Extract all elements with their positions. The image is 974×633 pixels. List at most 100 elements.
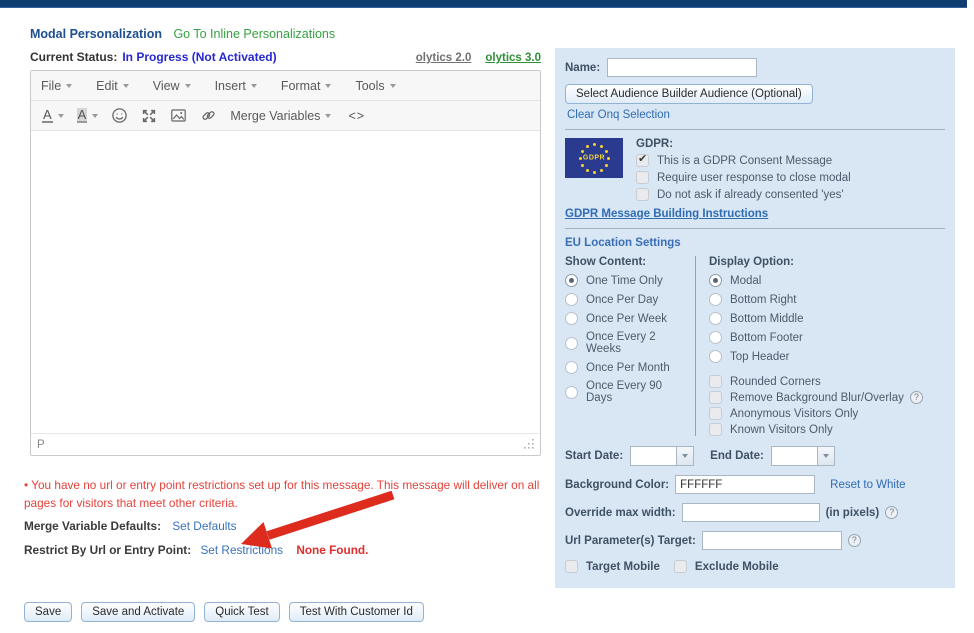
radio-icon (565, 386, 578, 399)
editor-content-area[interactable] (31, 131, 540, 433)
radio-once-every-90-days[interactable]: Once Every 90 Days (565, 380, 691, 404)
help-icon[interactable]: ? (848, 534, 861, 547)
checkbox-known-visitors-only[interactable]: Known Visitors Only (709, 423, 923, 436)
checkbox-target-mobile[interactable]: Target Mobile (565, 560, 660, 573)
mobile-targeting-row: Target Mobile Exclude Mobile (565, 560, 945, 573)
radio-bottom-right[interactable]: Bottom Right (709, 293, 923, 306)
checkbox-icon (709, 391, 722, 404)
chevron-down-icon (58, 114, 64, 118)
radio-icon (565, 274, 578, 287)
display-option-heading: Display Option: (709, 256, 923, 268)
select-audience-builder-button[interactable]: Select Audience Builder Audience (Option… (565, 84, 813, 104)
menu-file[interactable]: File (41, 79, 72, 93)
checkbox-remove-background-blur[interactable]: Remove Background Blur/Overlay? (709, 391, 923, 404)
help-icon[interactable]: ? (910, 391, 923, 404)
restrict-by-url-label: Restrict By Url or Entry Point: (24, 543, 191, 557)
menu-format[interactable]: Format (281, 79, 332, 93)
checkbox-gdpr-consent-message[interactable]: This is a GDPR Consent Message (636, 154, 851, 167)
save-button[interactable]: Save (24, 602, 72, 622)
image-icon (170, 107, 187, 124)
radio-once-per-month[interactable]: Once Per Month (565, 361, 691, 374)
chevron-down-icon (251, 84, 257, 88)
chevron-down-icon (682, 454, 688, 458)
menu-edit[interactable]: Edit (96, 79, 129, 93)
source-code-icon: <> (348, 109, 365, 123)
end-date-label: End Date: (710, 450, 764, 462)
save-and-activate-button[interactable]: Save and Activate (81, 602, 195, 622)
gdpr-flag-icon: GDPR (565, 138, 623, 178)
display-option-column: Display Option: Modal Bottom Right Botto… (696, 256, 923, 436)
menu-tools[interactable]: Tools (355, 79, 395, 93)
checkbox-exclude-mobile[interactable]: Exclude Mobile (674, 560, 779, 573)
footer-actions: Save Save and Activate Quick Test Test W… (24, 602, 424, 622)
checkbox-rounded-corners[interactable]: Rounded Corners (709, 375, 923, 388)
radio-icon (709, 274, 722, 287)
set-defaults-link[interactable]: Set Defaults (172, 519, 236, 533)
radio-icon (709, 312, 722, 325)
restrict-by-url-row: Restrict By Url or Entry Point: Set Rest… (24, 543, 368, 557)
checkbox-require-user-response[interactable]: Require user response to close modal (636, 171, 851, 184)
olytics-2-link[interactable]: olytics 2.0 (416, 52, 472, 64)
start-date-select[interactable] (630, 446, 694, 466)
merge-variables-button[interactable]: Merge Variables (227, 107, 334, 125)
editor-menubar: File Edit View Insert Format Tools (31, 71, 540, 101)
quick-test-button[interactable]: Quick Test (204, 602, 279, 622)
dropdown-button (676, 447, 693, 465)
checkbox-icon (565, 560, 578, 573)
resize-grip[interactable] (524, 436, 534, 454)
eu-location-settings-label: EU Location Settings (565, 237, 945, 249)
fullscreen-button[interactable] (138, 106, 160, 126)
insert-link-button[interactable] (197, 105, 220, 126)
checkbox-icon (709, 407, 722, 420)
radio-once-per-week[interactable]: Once Per Week (565, 312, 691, 325)
radio-icon (565, 312, 578, 325)
set-restrictions-link[interactable]: Set Restrictions (200, 543, 283, 557)
menu-view[interactable]: View (153, 79, 191, 93)
name-input[interactable] (607, 58, 757, 77)
rich-text-editor: File Edit View Insert Format Tools A A (30, 70, 541, 456)
background-color-input[interactable] (675, 475, 815, 494)
reset-to-white-link[interactable]: Reset to White (830, 479, 905, 491)
menu-insert[interactable]: Insert (215, 79, 257, 93)
dates-row: Start Date: End Date: (565, 446, 945, 466)
text-color-button[interactable]: A (39, 106, 67, 125)
radio-icon (565, 337, 578, 350)
radio-one-time-only[interactable]: One Time Only (565, 274, 691, 287)
status-row: Current Status: In Progress (Not Activat… (30, 50, 541, 64)
chevron-down-icon (823, 454, 829, 458)
olytics-3-link[interactable]: olytics 3.0 (485, 52, 541, 64)
radio-bottom-footer[interactable]: Bottom Footer (709, 331, 923, 344)
checkbox-icon (709, 375, 722, 388)
test-with-customer-id-button[interactable]: Test With Customer Id (289, 602, 424, 622)
checkbox-do-not-ask-if-consented[interactable]: Do not ask if already consented 'yes' (636, 188, 851, 201)
checkbox-anonymous-visitors-only[interactable]: Anonymous Visitors Only (709, 407, 923, 420)
clear-onq-selection-link[interactable]: Clear Onq Selection (567, 109, 670, 121)
chevron-down-icon (66, 84, 72, 88)
radio-top-header[interactable]: Top Header (709, 350, 923, 363)
url-parameter-input[interactable] (702, 531, 842, 550)
radio-icon (565, 361, 578, 374)
frequency-display-columns: Show Content: One Time Only Once Per Day… (565, 256, 945, 436)
radio-modal[interactable]: Modal (709, 274, 923, 287)
start-date-label: Start Date: (565, 450, 623, 462)
override-max-width-input[interactable] (682, 503, 820, 522)
insert-image-button[interactable] (167, 105, 190, 126)
url-parameter-row: Url Parameter(s) Target: ? (565, 531, 945, 550)
name-row: Name: (565, 58, 945, 77)
link-icon (200, 107, 217, 124)
radio-once-per-day[interactable]: Once Per Day (565, 293, 691, 306)
gdpr-instructions-link[interactable]: GDPR Message Building Instructions (565, 208, 768, 220)
source-code-button[interactable]: <> (341, 107, 368, 125)
chevron-down-icon (325, 114, 331, 118)
element-path: P (37, 439, 45, 451)
background-color-button[interactable]: A (74, 106, 102, 125)
end-date-select[interactable] (771, 446, 835, 466)
radio-bottom-middle[interactable]: Bottom Middle (709, 312, 923, 325)
gdpr-flag-label: GDPR (565, 155, 623, 162)
gdpr-heading: GDPR: (636, 138, 851, 150)
go-to-inline-personalizations-link[interactable]: Go To Inline Personalizations (173, 27, 335, 41)
emoticons-button[interactable] (108, 105, 131, 126)
help-icon[interactable]: ? (885, 506, 898, 519)
radio-icon (709, 350, 722, 363)
radio-once-every-2-weeks[interactable]: Once Every 2 Weeks (565, 331, 691, 355)
